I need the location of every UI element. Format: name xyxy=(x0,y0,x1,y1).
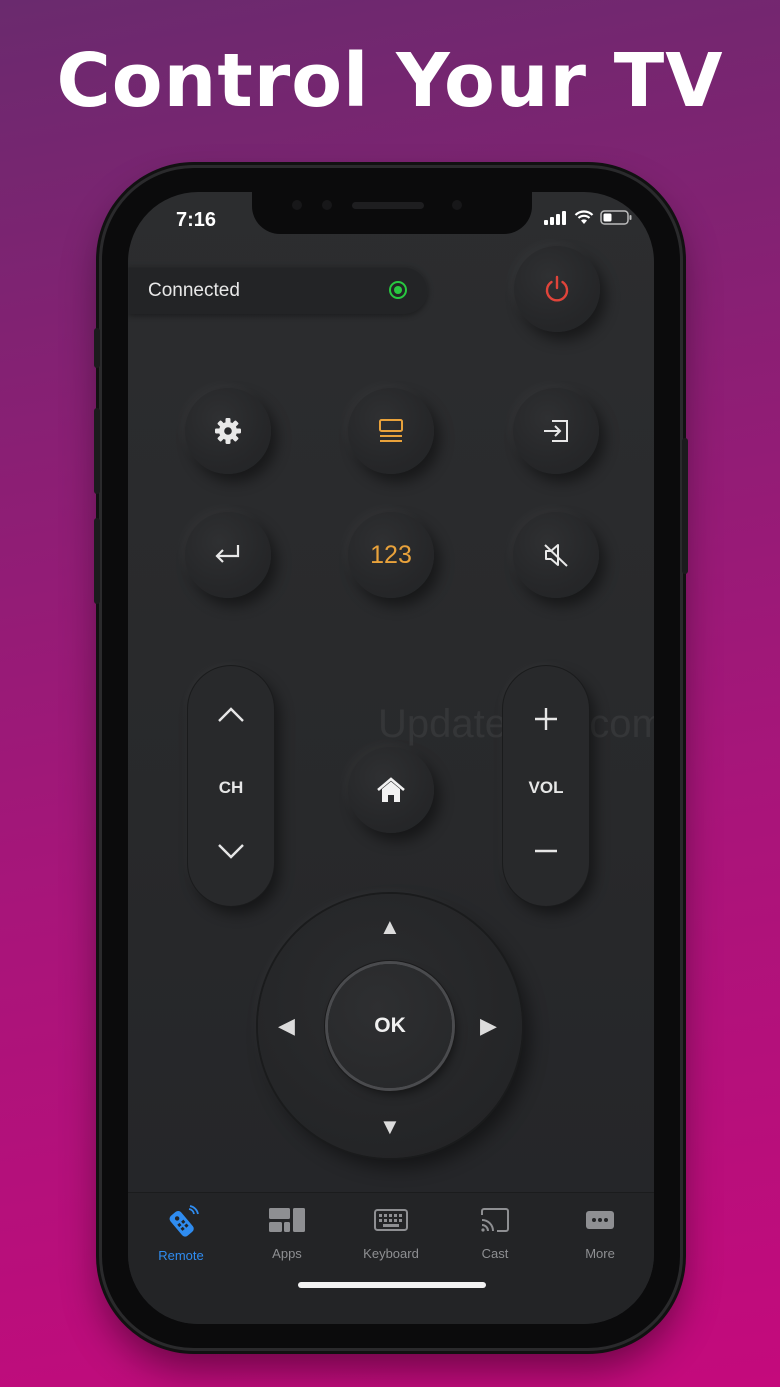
apps-grid-icon xyxy=(269,1208,305,1232)
tab-remote-label: Remote xyxy=(158,1248,204,1263)
volume-label: VOL xyxy=(528,778,564,797)
tab-apps[interactable]: Apps xyxy=(242,1205,332,1261)
chevron-down-icon xyxy=(218,844,244,859)
return-arrow-icon xyxy=(215,545,240,563)
guide-list-icon xyxy=(379,419,403,442)
mute-button[interactable] xyxy=(513,512,599,598)
plus-icon xyxy=(535,708,557,730)
tab-cast-label: Cast xyxy=(481,1246,509,1261)
volume-down-side-button xyxy=(94,518,100,604)
dpad-left-button[interactable]: ◀ xyxy=(278,1015,295,1037)
channel-up-button[interactable] xyxy=(188,706,274,729)
guide-button[interactable] xyxy=(348,388,434,474)
headline: Control Your TV xyxy=(56,38,724,124)
ok-button[interactable]: OK xyxy=(328,964,452,1088)
channel-rocker: CH xyxy=(188,666,274,906)
silent-switch xyxy=(94,328,100,368)
power-icon xyxy=(545,275,569,302)
volume-up-side-button xyxy=(94,408,100,494)
settings-button[interactable] xyxy=(185,388,271,474)
back-button[interactable] xyxy=(185,512,271,598)
cast-icon xyxy=(481,1208,509,1232)
channel-label: CH xyxy=(218,778,244,797)
volume-down-button[interactable] xyxy=(503,842,589,865)
wifi-icon xyxy=(574,210,594,224)
tab-more[interactable]: More xyxy=(555,1205,645,1261)
earpiece-speaker xyxy=(352,202,424,209)
dpad-down-button[interactable]: ▼ xyxy=(379,1116,401,1138)
tab-remote[interactable]: Remote xyxy=(136,1205,226,1263)
app-screen: 7:16 Connected 123 CH VOL ▲ ◀ ▶ ▼ OK Rem… xyxy=(128,192,654,1324)
number-pad-label: 123 xyxy=(370,540,412,569)
keyboard-icon xyxy=(374,1209,408,1231)
notch xyxy=(252,192,532,234)
tab-keyboard-label: Keyboard xyxy=(363,1246,419,1261)
home-indicator[interactable] xyxy=(298,1282,486,1288)
status-time: 7:16 xyxy=(176,209,217,231)
chevron-up-icon xyxy=(218,707,244,722)
cellular-signal-icon xyxy=(544,210,566,225)
mute-icon xyxy=(544,544,568,567)
input-source-icon xyxy=(544,420,568,442)
channel-down-button[interactable] xyxy=(188,842,274,865)
remote-icon xyxy=(169,1205,199,1237)
connection-label: Connected xyxy=(148,280,240,301)
connected-indicator-icon xyxy=(389,281,407,299)
dpad-right-button[interactable]: ▶ xyxy=(480,1015,497,1037)
tab-more-label: More xyxy=(585,1246,615,1261)
front-camera xyxy=(322,200,332,210)
home-icon xyxy=(377,777,405,802)
proximity-sensor xyxy=(452,200,462,210)
dpad-up-button[interactable]: ▲ xyxy=(379,916,401,938)
connection-status-bar[interactable]: Connected xyxy=(128,266,428,314)
directional-pad: ▲ ◀ ▶ ▼ OK xyxy=(258,894,522,1158)
power-side-button xyxy=(682,438,688,574)
more-dots-icon xyxy=(586,1211,614,1229)
phone-frame: 7:16 Connected 123 CH VOL ▲ ◀ ▶ ▼ OK Rem… xyxy=(94,168,688,1348)
front-sensor xyxy=(292,200,302,210)
input-source-button[interactable] xyxy=(513,388,599,474)
battery-icon xyxy=(600,210,632,225)
number-pad-button[interactable]: 123 xyxy=(348,512,434,598)
gear-icon xyxy=(215,418,241,444)
volume-up-button[interactable] xyxy=(503,706,589,737)
tab-bar: Remote Apps Keyboard Cast More xyxy=(128,1192,654,1324)
tab-cast[interactable]: Cast xyxy=(450,1205,540,1261)
home-button[interactable] xyxy=(348,747,434,833)
power-button[interactable] xyxy=(514,246,600,332)
minus-icon xyxy=(535,849,557,853)
tab-apps-label: Apps xyxy=(272,1246,302,1261)
volume-rocker: VOL xyxy=(503,666,589,906)
status-icons xyxy=(544,210,632,225)
tab-keyboard[interactable]: Keyboard xyxy=(346,1205,436,1261)
